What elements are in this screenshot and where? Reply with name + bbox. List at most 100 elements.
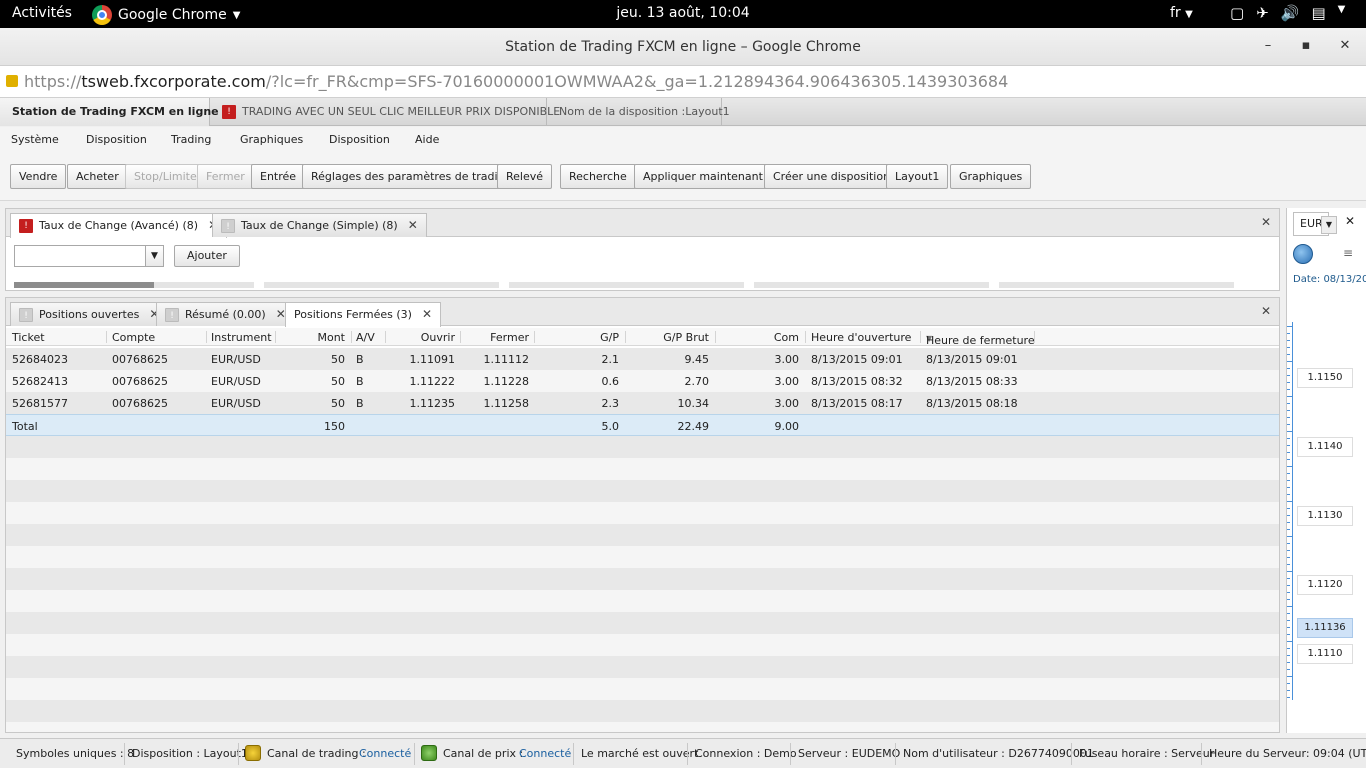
col-ticket[interactable]: Ticket [12,331,45,344]
sell-button[interactable]: Vendre [10,164,67,189]
window-titlebar: Station de Trading FXCM en ligne – Googl… [0,28,1366,66]
col-mont[interactable]: Mont [305,331,345,344]
table-row[interactable]: 52681577 00768625 EUR/USD 50 B 1.11235 1.11258… [6,392,1279,414]
tab-rates-advanced[interactable]: !Taux de Change (Avancé) (8)✕ [10,213,228,238]
col-compte[interactable]: Compte [112,331,155,344]
buy-button[interactable]: Acheter [67,164,128,189]
alert-icon: ! [222,105,236,119]
menu-disposition-2[interactable]: Disposition [329,133,390,146]
status-trading-channel: Canal de trading : [267,747,366,760]
cell-mont: 50 [331,375,345,388]
price-label: 1.1140 [1297,437,1353,457]
axis-tick [1287,564,1290,565]
close-icon[interactable]: ✕ [1261,304,1271,318]
axis-tick [1287,424,1290,425]
symbol-select[interactable]: ▼ [14,245,164,267]
close-icon[interactable]: ✕ [1261,215,1271,229]
tab-summary[interactable]: ! Résumé (0.00) ✕ [156,302,295,326]
chevron-down-icon[interactable]: ▼ [1321,216,1337,234]
cell-ticket: 52684023 [12,353,68,366]
lock-icon[interactable] [6,75,18,87]
cell-ouvrir: 1.11222 [409,375,456,388]
airplane-icon: ✈ [1256,4,1269,22]
total-row[interactable]: Total 150 5.0 22.49 9.00 [6,414,1279,436]
col-av[interactable]: A/V [356,331,375,344]
close-icon[interactable]: ✕ [1345,214,1355,228]
entry-button[interactable]: Entrée [251,164,306,189]
chevron-down-icon[interactable]: ▼ [145,246,163,266]
language-indicator[interactable]: fr ▼ [1170,5,1193,21]
table-row[interactable]: 52684023 00768625 EUR/USD 50 B 1.11091 1.11112… [6,348,1279,370]
create-layout-button[interactable]: Créer une disposition [764,164,900,189]
close-icon[interactable]: ✕ [1335,38,1355,53]
col-instrument[interactable]: Instrument [211,331,272,344]
tab-label: TRADING AVEC UN SEUL CLIC MEILLEUR PRIX … [242,105,561,118]
menu-aide[interactable]: Aide [415,133,439,146]
menu-icon[interactable]: ≡ [1343,246,1353,260]
col-heure-ouverture[interactable]: Heure d'ouverture [811,331,911,344]
stop-limit-button[interactable]: Stop/Limite [125,164,206,189]
empty-row [6,502,1279,524]
axis-tick [1287,473,1290,474]
apply-now-button[interactable]: Appliquer maintenant [634,164,772,189]
cell-heure-ouverture: 8/13/2015 08:32 [811,375,903,388]
menu-graphiques[interactable]: Graphiques [240,133,303,146]
total-gp: 5.0 [601,420,620,433]
menu-disposition[interactable]: Disposition [86,133,147,146]
trading-settings-button[interactable]: Réglages des paramètres de trading [302,164,521,189]
add-button[interactable]: Ajouter [174,245,240,267]
cell-gp-brut: 9.45 [684,353,710,366]
globe-icon[interactable] [1293,244,1313,264]
col-gp[interactable]: G/P [579,331,619,344]
cell-gp-brut: 10.34 [677,397,710,410]
cell-av: B [356,375,364,388]
total-com: 9.00 [774,420,800,433]
maximize-icon[interactable]: ▪ [1296,38,1316,53]
url-field[interactable]: https://tsweb.fxcorporate.com/?lc=fr_FR&… [24,72,1008,91]
axis-tick [1287,480,1290,481]
minimize-icon[interactable]: – [1258,38,1278,53]
col-heure-fermeture[interactable]: Heure de fermeture ▼ [926,331,1035,347]
axis-tick [1287,676,1293,677]
cell-heure-fermeture: 8/13/2015 09:01 [926,353,1018,366]
close-icon[interactable]: ✕ [408,218,418,232]
price-label: 1.1110 [1297,644,1353,664]
tab-open-positions[interactable]: ! Positions ouvertes ✕ [10,302,169,326]
col-gp-brut[interactable]: G/P Brut [649,331,709,344]
axis-tick [1287,641,1293,642]
charts-button[interactable]: Graphiques [950,164,1032,189]
tab-layout-name[interactable]: Nom de la disposition :Layout1 [547,98,730,126]
axis-tick [1287,613,1290,614]
col-ouvrir[interactable]: Ouvrir [405,331,455,344]
close-position-button[interactable]: Fermer [197,164,254,189]
status-layout: Disposition : Layout1 [132,747,248,760]
col-com[interactable]: Com [759,331,799,344]
tab-station[interactable]: Station de Trading FXCM en ligne [0,98,219,126]
layout1-button[interactable]: Layout1 [886,164,949,189]
statement-button[interactable]: Relevé [497,164,553,189]
cell-heure-fermeture: 8/13/2015 08:18 [926,397,1018,410]
tab-rates-simple[interactable]: ! Taux de Change (Simple) (8) ✕ [212,213,427,237]
tab-closed-positions[interactable]: Positions Fermées (3) ✕ [285,302,442,327]
cell-compte: 00768625 [112,353,168,366]
table-row[interactable]: 52682413 00768625 EUR/USD 50 B 1.11222 1.11228… [6,370,1279,392]
activities-button[interactable]: Activités [12,5,72,21]
menu-trading[interactable]: Trading [171,133,211,146]
status-connection: Connexion : Demo [695,747,797,760]
close-icon[interactable]: ✕ [422,307,432,321]
tab-label: Taux de Change (Simple) (8) [241,219,398,232]
menu-systeme[interactable]: Système [11,133,59,146]
col-fermer[interactable]: Fermer [479,331,529,344]
axis-tick [1287,627,1290,628]
system-tray[interactable]: ▢ ✈ 🔊 ▤ ▼ [1230,4,1345,22]
search-button[interactable]: Recherche [560,164,636,189]
axis-tick [1287,410,1290,411]
cell-ouvrir: 1.11235 [409,397,456,410]
address-bar[interactable]: https://tsweb.fxcorporate.com/?lc=fr_FR&… [0,66,1366,98]
app-menu[interactable]: Google Chrome ▼ [92,5,240,25]
axis-tick [1287,333,1290,334]
cell-fermer: 1.11112 [483,353,530,366]
tab-one-click-trading[interactable]: ! TRADING AVEC UN SEUL CLIC MEILLEUR PRIX… [210,98,560,126]
cell-com: 3.00 [774,375,800,388]
empty-row [6,678,1279,700]
